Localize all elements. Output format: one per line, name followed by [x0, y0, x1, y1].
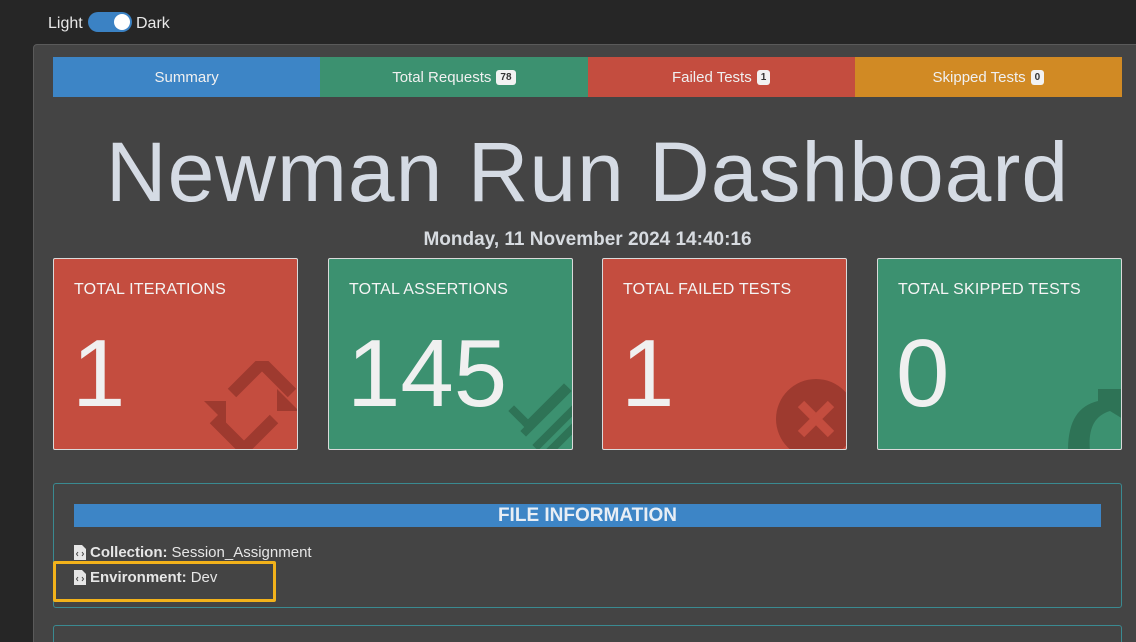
next-section-panel	[53, 625, 1122, 642]
refresh-icon	[204, 361, 297, 449]
theme-light-label: Light	[48, 15, 83, 32]
page-title: Newman Run Dashboard	[105, 125, 1070, 219]
card-label: TOTAL ASSERTIONS	[349, 281, 509, 298]
collection-row: Collection: Session_Assignment	[74, 544, 312, 561]
share-arrow-icon	[1068, 389, 1121, 449]
failed-tests-badge: 1	[756, 69, 771, 85]
nav-tabs: Summary Total Requests 78 Failed Tests 1…	[53, 57, 1122, 97]
file-code-icon	[74, 545, 86, 560]
card-value: 0	[896, 320, 950, 427]
environment-highlight-box	[53, 561, 276, 602]
card-label: TOTAL FAILED TESTS	[623, 281, 792, 298]
tab-failed-tests[interactable]: Failed Tests 1	[587, 57, 855, 97]
tab-summary[interactable]: Summary	[53, 57, 321, 97]
total-assertions-card: TOTAL ASSERTIONS 145	[328, 258, 573, 450]
tab-skipped-tests[interactable]: Skipped Tests 0	[854, 57, 1122, 97]
collection-value: Session_Assignment	[171, 544, 312, 561]
card-label: TOTAL SKIPPED TESTS	[898, 281, 1081, 298]
tab-skipped-tests-label: Skipped Tests	[932, 68, 1026, 86]
theme-dark-label: Dark	[136, 15, 170, 32]
tab-failed-tests-label: Failed Tests	[671, 68, 752, 86]
skipped-tests-badge: 0	[1030, 69, 1045, 85]
total-skipped-tests-card: TOTAL SKIPPED TESTS 0	[877, 258, 1122, 450]
theme-toggle[interactable]	[88, 12, 132, 32]
theme-switcher-bar: Light Dark	[0, 0, 1136, 44]
run-date: Monday, 11 November 2024 14:40:16	[423, 229, 752, 250]
tasks-icon	[508, 383, 572, 449]
toggle-knob	[114, 14, 130, 30]
card-value: 145	[347, 320, 508, 427]
total-iterations-card: TOTAL ITERATIONS 1	[53, 258, 298, 450]
times-circle-icon	[776, 379, 846, 449]
tab-total-requests[interactable]: Total Requests 78	[320, 57, 588, 97]
file-information-heading: FILE INFORMATION	[74, 504, 1101, 527]
card-value: 1	[621, 320, 675, 427]
collection-label: Collection:	[90, 544, 168, 561]
total-failed-tests-card: TOTAL FAILED TESTS 1	[602, 258, 847, 450]
total-requests-badge: 78	[496, 69, 516, 85]
tab-total-requests-label: Total Requests	[392, 68, 492, 86]
card-label: TOTAL ITERATIONS	[74, 281, 226, 298]
tab-summary-label: Summary	[154, 68, 219, 86]
card-value: 1	[72, 320, 126, 427]
